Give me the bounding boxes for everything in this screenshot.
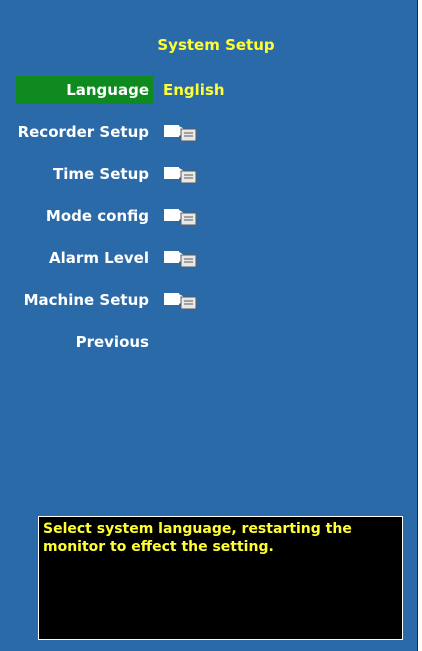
menu-item-label: Time Setup	[53, 165, 149, 183]
submenu-folder-icon[interactable]	[164, 208, 198, 226]
submenu-folder-icon[interactable]	[164, 166, 198, 184]
menu-item-language[interactable]: Language English	[0, 76, 418, 104]
menu-item-label: Mode config	[45, 207, 149, 225]
menu-item-label: Recorder Setup	[17, 123, 149, 141]
window-title: System Setup	[157, 36, 275, 54]
menu-item-alarm-level[interactable]: Alarm Level	[0, 244, 418, 272]
menu-item-label: Alarm Level	[49, 249, 149, 267]
menu-item-recorder-setup[interactable]: Recorder Setup	[0, 118, 418, 146]
submenu-folder-icon[interactable]	[164, 124, 198, 142]
help-text: Select system language, restarting the m…	[43, 521, 352, 555]
menu-item-mode-config[interactable]: Mode config	[0, 202, 418, 230]
submenu-folder-icon[interactable]	[164, 292, 198, 310]
language-value[interactable]: English	[163, 76, 225, 104]
help-message-box: Select system language, restarting the m…	[38, 516, 403, 640]
menu-item-label: Machine Setup	[23, 291, 149, 309]
menu-item-label: Language	[16, 76, 153, 104]
menu-item-label: Previous	[75, 333, 149, 351]
menu-item-machine-setup[interactable]: Machine Setup	[0, 286, 418, 314]
submenu-folder-icon[interactable]	[164, 250, 198, 268]
system-setup-window: System Setup Language English Recorder S…	[0, 0, 418, 651]
menu-item-previous[interactable]: Previous	[0, 328, 418, 356]
menu-item-time-setup[interactable]: Time Setup	[0, 160, 418, 188]
